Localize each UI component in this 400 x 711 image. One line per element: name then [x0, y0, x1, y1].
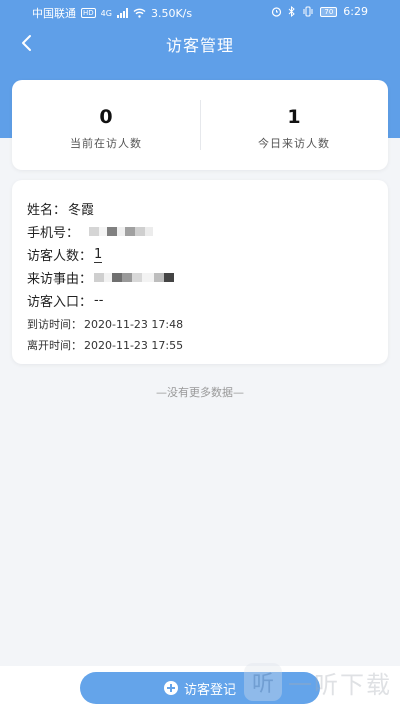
watermark-text: 一听下载 — [288, 670, 392, 699]
register-button-label: 访客登记 — [183, 682, 236, 698]
page-title: 访客管理 — [165, 36, 234, 55]
bluetooth-icon — [289, 6, 296, 17]
network-type: 4G — [100, 8, 112, 18]
visitor-name-row: 姓名： 冬霞 — [27, 199, 94, 218]
today-visitors-label: 今日来访人数 — [258, 137, 330, 150]
visitor-count-row: 访客人数： 1 — [27, 245, 103, 264]
phone-label: 手机号： — [27, 226, 80, 241]
vibrate-icon — [303, 6, 313, 17]
entrance-label: 访客入口： — [27, 295, 93, 310]
name-value: 冬霞 — [68, 203, 95, 218]
arrive-label: 到访时间： — [27, 318, 82, 331]
battery-icon: 70 — [320, 6, 338, 17]
plus-circle-icon — [163, 681, 178, 695]
reason-label: 来访事由： — [27, 272, 93, 287]
current-visitors-label: 当前在访人数 — [70, 137, 142, 150]
visitor-arrive-row: 到访时间： 2020-11-23 17:48 — [27, 316, 183, 332]
watermark-icon: 听 — [244, 663, 282, 701]
leave-value: 2020-11-23 17:55 — [84, 338, 184, 352]
network-speed: 3.50K/s — [150, 6, 193, 20]
visitor-entrance-row: 访客入口： -- — [27, 291, 103, 310]
hd-badge: HD — [81, 8, 96, 18]
leave-label: 离开时间： — [27, 339, 82, 352]
visitor-reason-row: 来访事由： — [27, 268, 175, 287]
name-label: 姓名： — [27, 203, 67, 218]
visitor-leave-row: 离开时间： 2020-11-23 17:55 — [27, 337, 183, 353]
status-left: 中国联通 HD 4G 3.50K/s — [32, 5, 192, 21]
entrance-value: -- — [94, 293, 104, 308]
nav-bar: 访客管理 — [0, 24, 400, 62]
stat-today-visitors: 1 今日来访人数 — [200, 80, 388, 170]
count-value: 1 — [94, 246, 103, 263]
alarm-icon — [272, 7, 282, 17]
visitor-record-card[interactable]: 姓名： 冬霞 手机号： 访客人数： 1 来访事由： 访客入口： -- 到访时间：… — [12, 180, 388, 364]
current-visitors-count: 0 — [99, 106, 113, 128]
count-label: 访客人数： — [27, 249, 93, 264]
carrier-name: 中国联通 — [32, 7, 76, 20]
watermark-logo: 听 一听下载 — [244, 663, 392, 701]
stat-current-visitors: 0 当前在访人数 — [12, 80, 200, 170]
phone-redacted-mask — [89, 227, 154, 236]
visitor-phone-row: 手机号： — [27, 222, 154, 241]
wifi-icon — [133, 8, 146, 18]
reason-redacted-mask — [94, 273, 175, 282]
status-right: 70 6:29 — [271, 5, 368, 18]
list-end-text: —没有更多数据— — [156, 386, 244, 399]
today-visitors-count: 1 — [287, 106, 301, 128]
arrive-value: 2020-11-23 17:48 — [84, 317, 184, 331]
clock-time: 6:29 — [343, 5, 368, 18]
stats-card: 0 当前在访人数 1 今日来访人数 — [12, 80, 388, 170]
status-bar: 中国联通 HD 4G 3.50K/s 70 6:29 — [0, 0, 400, 24]
signal-icon — [116, 8, 128, 18]
